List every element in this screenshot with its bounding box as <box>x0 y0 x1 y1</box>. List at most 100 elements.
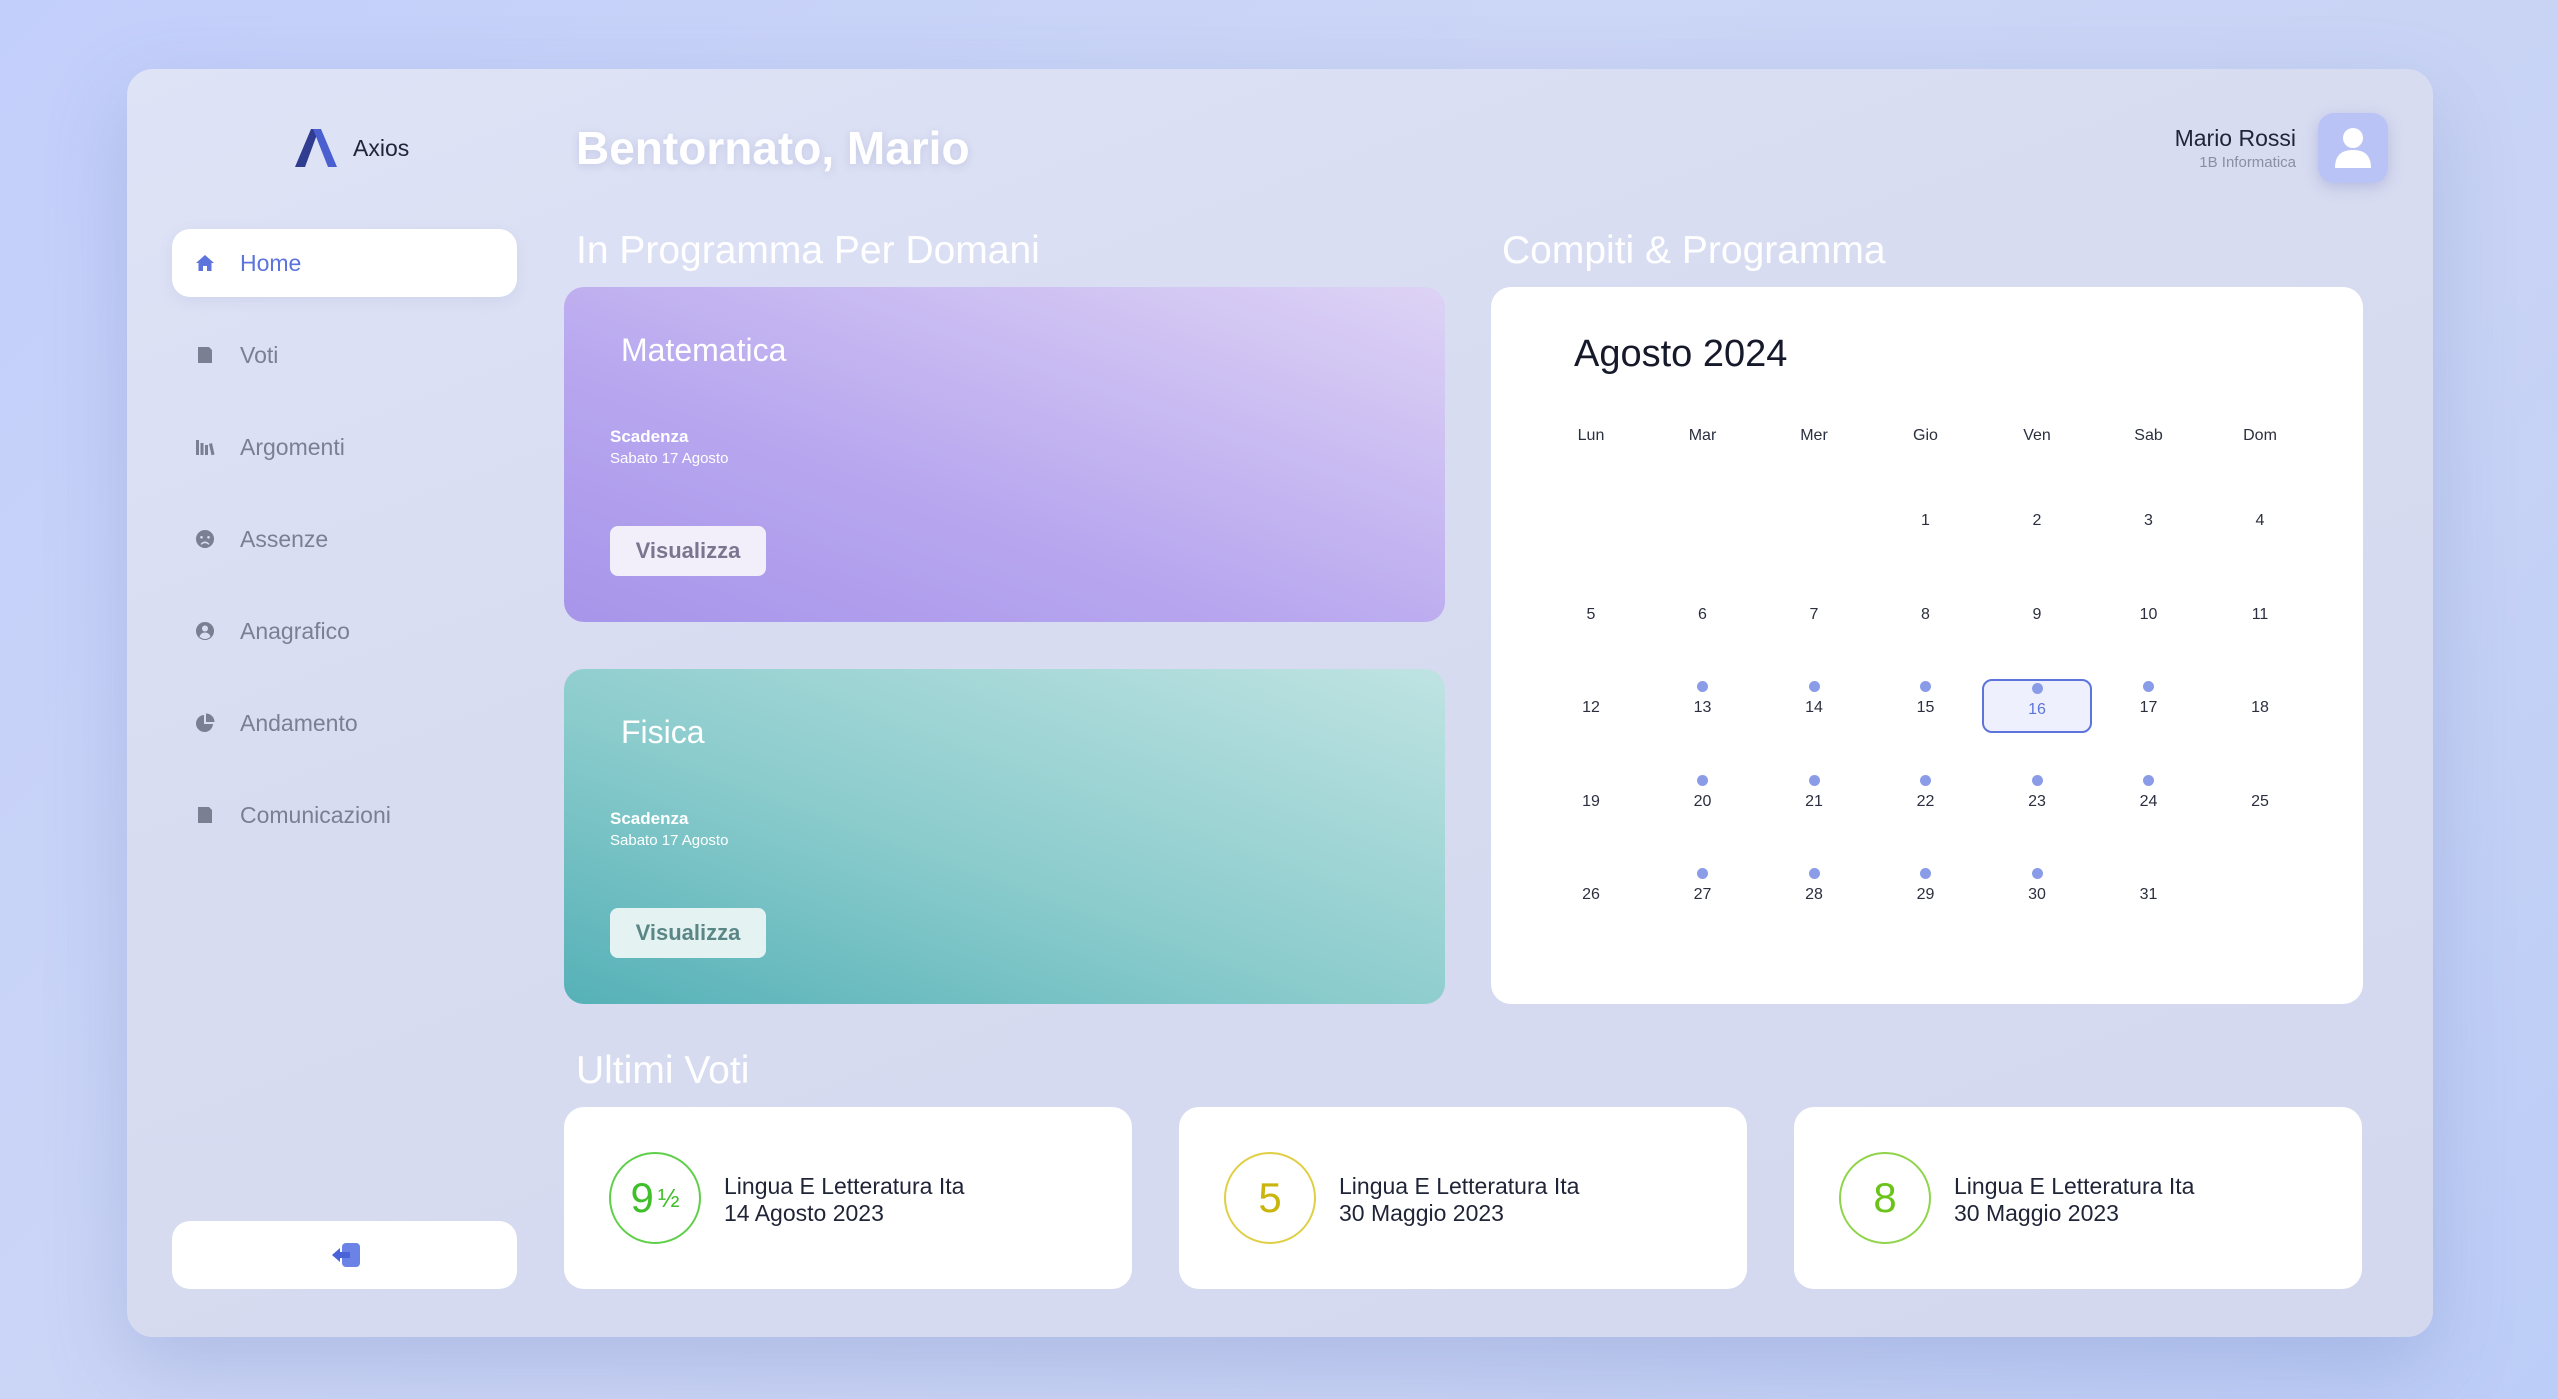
calendar-day[interactable]: 12 <box>1536 679 1646 733</box>
calendar-day[interactable]: 30 <box>1982 866 2092 920</box>
calendar-day-number: 10 <box>2139 605 2158 623</box>
grade-value: 5 <box>1258 1174 1282 1221</box>
calendar-day-number: 1 <box>1921 512 1930 529</box>
brand[interactable]: Axios <box>295 129 409 167</box>
event-dot <box>1808 868 1820 879</box>
calendar-day[interactable]: 27 <box>1648 866 1758 920</box>
app-window: Axios Home Voti Argomenti Assenze Anagrafico… <box>127 69 2433 1337</box>
axios-logo-icon <box>295 129 337 167</box>
calendar-day[interactable]: 13 <box>1648 679 1758 733</box>
grade-subject: Lingua E Letteratura Ita <box>1954 1173 2195 1199</box>
task-card-math: Matematica Scadenza Sabato 17 Agosto Vis… <box>564 287 1445 622</box>
grade-subject: Lingua E Letteratura Ita <box>1339 1173 1580 1199</box>
calendar-day[interactable]: 24 <box>2094 773 2204 827</box>
calendar-day-number: 13 <box>1693 699 1712 716</box>
grade-card[interactable]: 9 ½ Lingua E Letteratura Ita 14 Agosto 2023 <box>564 1107 1132 1289</box>
calendar-day-number: 28 <box>1805 886 1823 903</box>
task-card-physics: Fisica Scadenza Sabato 17 Agosto Visuali… <box>564 669 1445 1004</box>
calendar-day[interactable]: 11 <box>2205 586 2315 640</box>
calendar-weekday: Sab <box>2134 427 2163 444</box>
grade-card[interactable]: 5 Lingua E Letteratura Ita 30 Maggio 2023 <box>1179 1107 1747 1289</box>
calendar-day-number: 21 <box>1805 792 1823 810</box>
sidebar-item-andamento[interactable]: Andamento <box>172 689 517 757</box>
calendar-day[interactable]: 14 <box>1759 679 1869 733</box>
home-icon <box>194 252 216 274</box>
calendar-day-number: 27 <box>1693 886 1712 903</box>
user-profile[interactable]: Mario Rossi 1B Informatica <box>2175 113 2388 183</box>
calendar-day[interactable]: 1 <box>1871 492 1981 546</box>
grade-card[interactable]: 8 Lingua E Letteratura Ita 30 Maggio 2023 <box>1794 1107 2362 1289</box>
sidebar-item-home[interactable]: Home <box>172 229 517 297</box>
event-dot <box>2031 868 2043 879</box>
calendar-day-number: 5 <box>1586 605 1596 623</box>
calendar-weekday: Gio <box>1913 427 1938 444</box>
sidebar-item-label: Assenze <box>240 525 329 552</box>
sidebar-item-label: Voti <box>240 341 279 368</box>
sidebar-item-label: Anagrafico <box>240 617 350 644</box>
calendar-day[interactable]: 10 <box>2094 586 2204 640</box>
view-button[interactable]: Visualizza <box>610 526 766 576</box>
task-due-label: Scadenza <box>610 427 689 446</box>
pie-chart-icon <box>194 712 216 734</box>
calendar-day[interactable]: 25 <box>2205 773 2315 827</box>
calendar-weekday: Mar <box>1688 427 1717 444</box>
brand-name: Axios <box>353 134 410 161</box>
grade-badge: 8 <box>1839 1152 1931 1244</box>
calendar-day[interactable]: 6 <box>1648 586 1758 640</box>
books-icon <box>194 436 216 458</box>
event-dot <box>2031 683 2043 694</box>
calendar-day[interactable]: 18 <box>2205 679 2315 733</box>
grade-date: 30 Maggio 2023 <box>1339 1200 1504 1226</box>
calendar-day[interactable]: 29 <box>1871 866 1981 920</box>
calendar-day[interactable]: 19 <box>1536 773 1646 827</box>
calendar-day[interactable]: 15 <box>1871 679 1981 733</box>
calendar-day[interactable]: 9 <box>1982 586 2092 640</box>
event-dot <box>2031 774 2043 786</box>
section-title-grades: Ultimi Voti <box>576 1049 750 1092</box>
calendar-day-number: 14 <box>1805 699 1823 716</box>
calendar-day[interactable]: 2 <box>1982 492 2092 546</box>
avatar[interactable] <box>2318 113 2388 183</box>
sidebar-item-label: Home <box>240 249 302 276</box>
calendar-day[interactable]: 7 <box>1759 586 1869 640</box>
calendar-day[interactable]: 31 <box>2094 866 2204 920</box>
calendar-day[interactable]: 28 <box>1759 866 1869 920</box>
calendar-day-number: 9 <box>2032 605 2042 623</box>
calendar-day[interactable]: 20 <box>1648 773 1758 827</box>
calendar-day[interactable]: 22 <box>1871 773 1981 827</box>
calendar-day[interactable]: 17 <box>2094 679 2204 733</box>
grade-date: 14 Agosto 2023 <box>724 1200 884 1226</box>
calendar-day[interactable]: 5 <box>1536 586 1646 640</box>
calendar-day[interactable]: 23 <box>1982 773 2092 827</box>
page-title: Bentornato, Mario <box>576 122 970 174</box>
sidebar-item-argomenti[interactable]: Argomenti <box>172 413 517 481</box>
sad-face-icon <box>194 528 216 550</box>
section-title-tomorrow: In Programma Per Domani <box>576 229 1040 272</box>
calendar-day-today[interactable]: 16 <box>1982 679 2092 733</box>
grade-badge: 5 <box>1224 1152 1316 1244</box>
logout-icon <box>331 1243 360 1267</box>
event-dot <box>1808 774 1820 786</box>
task-due-label: Scadenza <box>610 809 689 828</box>
calendar-day[interactable]: 4 <box>2205 492 2315 546</box>
sidebar-item-assenze[interactable]: Assenze <box>172 505 517 573</box>
sidebar-item-anagrafico[interactable]: Anagrafico <box>172 597 517 665</box>
grade-half: ½ <box>657 1182 680 1213</box>
section-title-homework: Compiti & Programma <box>1502 229 1886 272</box>
calendar-day[interactable]: 26 <box>1536 866 1646 920</box>
task-due-date: Sabato 17 Agosto <box>610 832 729 849</box>
view-button[interactable]: Visualizza <box>610 908 766 958</box>
grade-value: 9 <box>630 1174 654 1221</box>
calendar-day-number: 31 <box>2139 886 2158 903</box>
calendar-weekday: Ven <box>2023 427 2051 444</box>
calendar-day[interactable]: 8 <box>1871 586 1981 640</box>
sidebar-item-voti[interactable]: Voti <box>172 321 517 389</box>
event-dot <box>1920 774 1931 786</box>
calendar-day[interactable]: 21 <box>1759 773 1869 827</box>
logout-button[interactable] <box>172 1221 517 1289</box>
calendar-weekday: Dom <box>2243 427 2277 444</box>
sidebar-item-comunicazioni[interactable]: Comunicazioni <box>172 781 517 849</box>
calendar-day-number: 16 <box>2028 701 2046 718</box>
calendar-day[interactable]: 3 <box>2094 492 2204 546</box>
event-dot <box>2143 774 2154 786</box>
